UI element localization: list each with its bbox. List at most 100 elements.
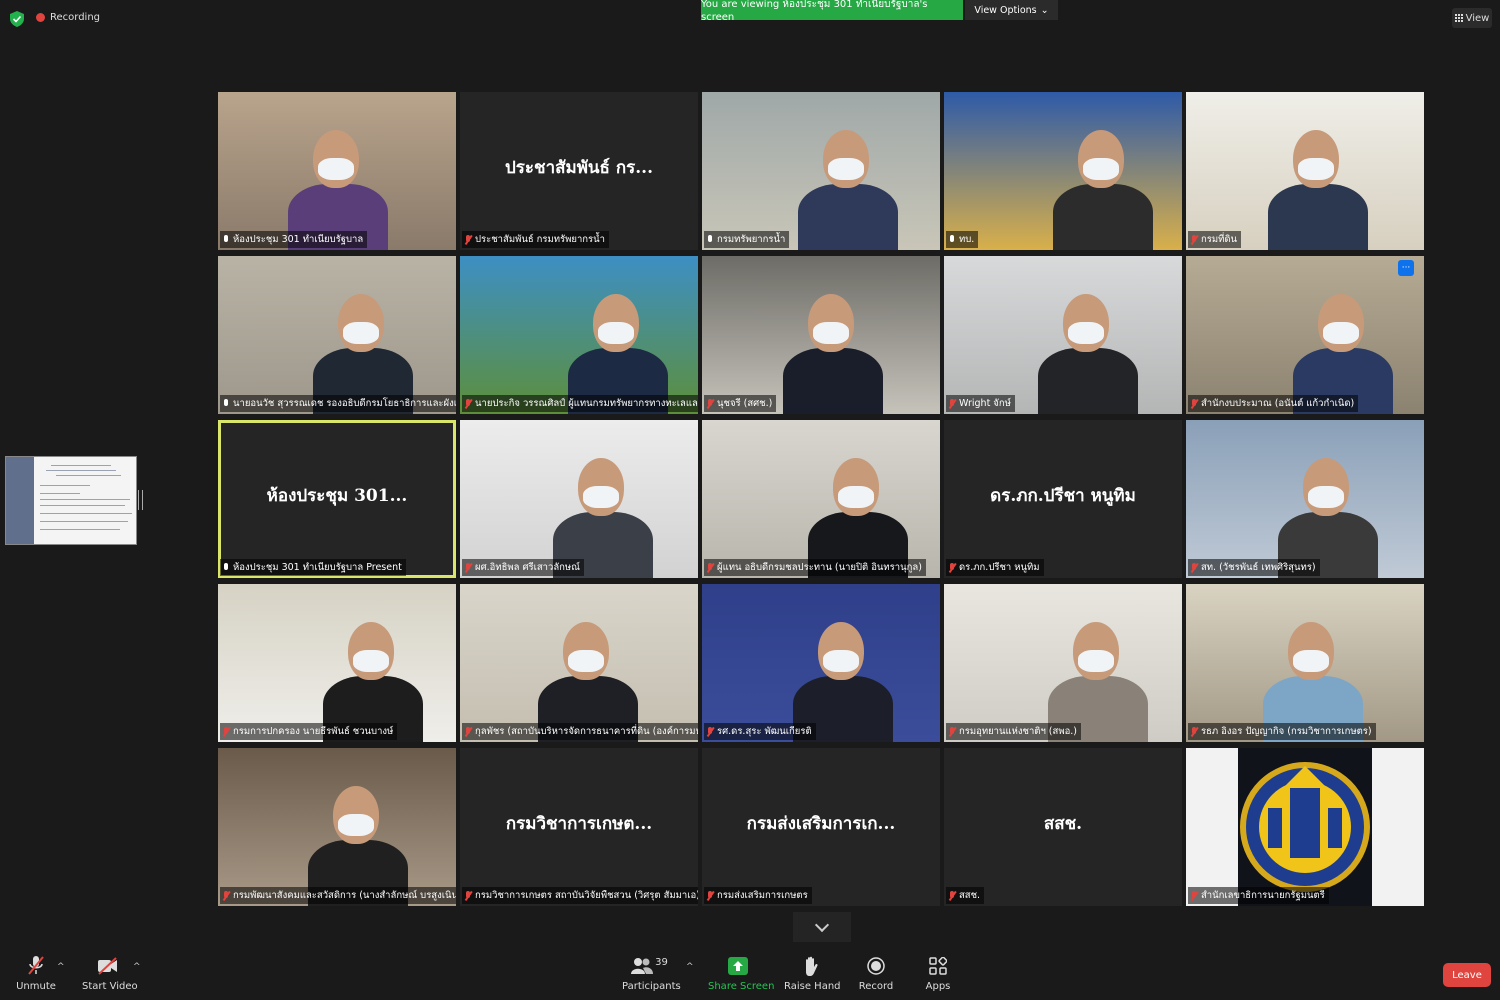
leave-button[interactable]: Leave bbox=[1443, 963, 1491, 987]
participant-name-label: กรมส่งเสริมการเกษตร bbox=[704, 887, 812, 904]
top-bar: Recording You are viewing ห้องประชุม 301… bbox=[0, 0, 1500, 40]
microphone-muted-icon bbox=[28, 956, 44, 975]
share-screen-icon bbox=[728, 957, 748, 975]
participant-name-label: Wright จักษ์ bbox=[946, 395, 1015, 412]
microphone-icon bbox=[706, 234, 714, 245]
participant-name: กรมที่ดิน bbox=[1201, 234, 1238, 245]
security-shield-icon[interactable] bbox=[10, 11, 24, 27]
participant-video bbox=[1186, 92, 1424, 250]
participant-tile[interactable]: สท. (วัชรพันธ์ เทพศิริสุนทร) bbox=[1186, 420, 1424, 578]
participant-tile[interactable]: กรมทรัพยากรน้ำ bbox=[702, 92, 940, 250]
participant-name: สสช. bbox=[959, 890, 981, 901]
more-options-icon[interactable]: ··· bbox=[1398, 260, 1414, 276]
share-screen-button[interactable]: Share Screen bbox=[708, 955, 775, 992]
participant-name: Wright จักษ์ bbox=[959, 398, 1011, 409]
record-icon bbox=[867, 957, 885, 975]
participant-name-label: นายประกิจ วรรณศิลป์ ผู้แทนกรมทรัพยากรทาง… bbox=[462, 395, 698, 412]
record-button[interactable]: Record bbox=[854, 955, 898, 992]
participant-name-label: สำนักเลขาธิการนายกรัฐมนตรี bbox=[1188, 887, 1329, 904]
microphone-muted-icon bbox=[948, 398, 956, 409]
participant-name: ดร.ภก.ปรีชา หนูทิม bbox=[959, 562, 1040, 573]
participant-tile[interactable]: กรมอุทยานแห่งชาติฯ (สพอ.) bbox=[944, 584, 1182, 742]
participant-tile[interactable]: ห้องประชุม 301... ห้องประชุม 301 ทำเนียบร… bbox=[218, 420, 456, 578]
participants-button[interactable]: 39 Participants bbox=[622, 955, 681, 993]
participant-name-label: ผู้แทน อธิบดีกรมชลประทาน (นายปิติ อินทรา… bbox=[704, 559, 926, 576]
participant-name-label: กรมที่ดิน bbox=[1188, 231, 1242, 248]
participant-name: นายอนวัช สุวรรณเดช รองอธิบดีกรมโยธาธิการ… bbox=[233, 398, 456, 409]
participant-name: นายประกิจ วรรณศิลป์ ผู้แทนกรมทรัพยากรทาง… bbox=[475, 398, 698, 409]
participant-tile[interactable]: ทบ. bbox=[944, 92, 1182, 250]
apps-button[interactable]: Apps bbox=[920, 955, 956, 992]
participant-name-label: สำนักงบประมาณ (อนันต์ แก้วกำเนิด) bbox=[1188, 395, 1359, 412]
participant-tile[interactable]: สำนักเลขาธิการนายกรัฐมนตรี bbox=[1186, 748, 1424, 906]
thumbnail-drag-handle[interactable] bbox=[138, 490, 143, 510]
view-options-button[interactable]: View Options ⌄ bbox=[965, 0, 1058, 20]
participant-tile[interactable]: นายอนวัช สุวรรณเดช รองอธิบดีกรมโยธาธิการ… bbox=[218, 256, 456, 414]
microphone-muted-icon bbox=[1190, 398, 1198, 409]
participant-video bbox=[460, 420, 698, 578]
participant-tile[interactable]: ผู้แทน อธิบดีกรมชลประทาน (นายปิติ อินทรา… bbox=[702, 420, 940, 578]
microphone-icon bbox=[222, 562, 230, 573]
participant-name: ห้องประชุม 301 ทำเนียบรัฐบาล bbox=[233, 234, 364, 245]
participant-tile[interactable]: กรมพัฒนาสังคมและสวัสดิการ (นางสำลักษณ์ บ… bbox=[218, 748, 456, 906]
microphone-muted-icon bbox=[1190, 890, 1198, 901]
participant-name-label: กรมทรัพยากรน้ำ bbox=[704, 231, 790, 248]
participant-video bbox=[218, 92, 456, 250]
microphone-muted-icon bbox=[706, 726, 714, 737]
microphone-muted-icon bbox=[464, 398, 472, 409]
participant-tile[interactable]: สำนักงบประมาณ (อนันต์ แก้วกำเนิด) ··· bbox=[1186, 256, 1424, 414]
video-options-caret-icon[interactable]: ^ bbox=[133, 962, 141, 972]
participant-video bbox=[702, 256, 940, 414]
recording-indicator[interactable]: Recording bbox=[36, 12, 100, 23]
participant-tile[interactable]: กรมที่ดิน bbox=[1186, 92, 1424, 250]
apps-icon bbox=[929, 957, 947, 975]
participant-tile[interactable]: กรมการปกครอง นายธีรพันธ์ ชวนบางษ์ bbox=[218, 584, 456, 742]
participant-name: สำนักเลขาธิการนายกรัฐมนตรี bbox=[1201, 890, 1325, 901]
participant-tile[interactable]: นายประกิจ วรรณศิลป์ ผู้แทนกรมทรัพยากรทาง… bbox=[460, 256, 698, 414]
participant-name-label: ห้องประชุม 301 ทำเนียบรัฐบาล Present bbox=[220, 559, 406, 576]
participant-name-label: กรมพัฒนาสังคมและสวัสดิการ (นางสำลักษณ์ บ… bbox=[220, 887, 456, 904]
participant-tile[interactable]: Wright จักษ์ bbox=[944, 256, 1182, 414]
participant-tile[interactable]: กรมวิชาการเกษต... กรมวิชาการเกษตร สถาบันว… bbox=[460, 748, 698, 906]
participant-name-label: กรมวิชาการเกษตร สถาบันวิจัยพืชสวน (วิศรุ… bbox=[462, 887, 698, 904]
microphone-muted-icon bbox=[948, 890, 956, 901]
participant-name: ผศ.อิทธิพล ศรีเสาวลักษณ์ bbox=[475, 562, 580, 573]
participant-display-name: ดร.ภก.ปรีชา หนูทิม bbox=[990, 486, 1136, 506]
share-screen-label: Share Screen bbox=[708, 981, 775, 992]
recording-dot-icon bbox=[36, 13, 45, 22]
participant-name: ประชาสัมพันธ์ กรมทรัพยากรน้ำ bbox=[475, 234, 605, 245]
participant-name: กรมทรัพยากรน้ำ bbox=[717, 234, 786, 245]
participant-tile[interactable]: รธภ อิงอร ปัญญากิจ (กรมวิชาการเกษตร) bbox=[1186, 584, 1424, 742]
participant-tile[interactable]: รศ.ดร.สุระ พัฒนเกียรติ bbox=[702, 584, 940, 742]
participant-tile[interactable]: ดร.ภก.ปรีชา หนูทิม ดร.ภก.ปรีชา หนูทิม bbox=[944, 420, 1182, 578]
view-button[interactable]: View bbox=[1452, 8, 1492, 28]
participant-count: 39 bbox=[655, 956, 668, 968]
view-options-label: View Options bbox=[974, 4, 1037, 16]
participant-name-label: กรมการปกครอง นายธีรพันธ์ ชวนบางษ์ bbox=[220, 723, 398, 740]
microphone-muted-icon bbox=[706, 562, 714, 573]
participant-display-name: กรมส่งเสริมการเก... bbox=[746, 814, 896, 834]
collapse-gallery-button[interactable] bbox=[793, 912, 851, 942]
recording-label: Recording bbox=[50, 12, 101, 23]
participant-tile[interactable]: สสช. สสช. bbox=[944, 748, 1182, 906]
participant-tile[interactable]: ประชาสัมพันธ์ กร... ประชาสัมพันธ์ กรมทรัพ… bbox=[460, 92, 698, 250]
start-video-button[interactable]: Start Video bbox=[82, 955, 138, 992]
microphone-icon bbox=[222, 234, 230, 245]
raise-hand-button[interactable]: Raise Hand bbox=[784, 955, 841, 992]
participant-tile[interactable]: กรมส่งเสริมการเก... กรมส่งเสริมการเกษตร bbox=[702, 748, 940, 906]
unmute-button[interactable]: Unmute bbox=[14, 955, 58, 992]
participant-tile[interactable]: ห้องประชุม 301 ทำเนียบรัฐบาล bbox=[218, 92, 456, 250]
participant-tile[interactable]: ผศ.อิทธิพล ศรีเสาวลักษณ์ bbox=[460, 420, 698, 578]
participant-name: กุลพัชร (สถาบันบริหารจัดการธนาคารที่ดิน … bbox=[475, 726, 698, 737]
shared-screen-thumbnail[interactable] bbox=[5, 456, 137, 545]
chevron-down-icon: ⌄ bbox=[1040, 4, 1049, 16]
participant-tile[interactable]: นุชจรี (สศช.) bbox=[702, 256, 940, 414]
audio-options-caret-icon[interactable]: ^ bbox=[57, 962, 65, 972]
grid-icon bbox=[1454, 14, 1463, 22]
participants-caret-icon[interactable]: ^ bbox=[686, 962, 694, 972]
microphone-icon bbox=[222, 398, 230, 409]
participant-video bbox=[1186, 748, 1424, 906]
participant-name: ห้องประชุม 301 ทำเนียบรัฐบาล Present bbox=[233, 562, 402, 573]
participant-tile[interactable]: กุลพัชร (สถาบันบริหารจัดการธนาคารที่ดิน … bbox=[460, 584, 698, 742]
participant-video bbox=[1186, 584, 1424, 742]
